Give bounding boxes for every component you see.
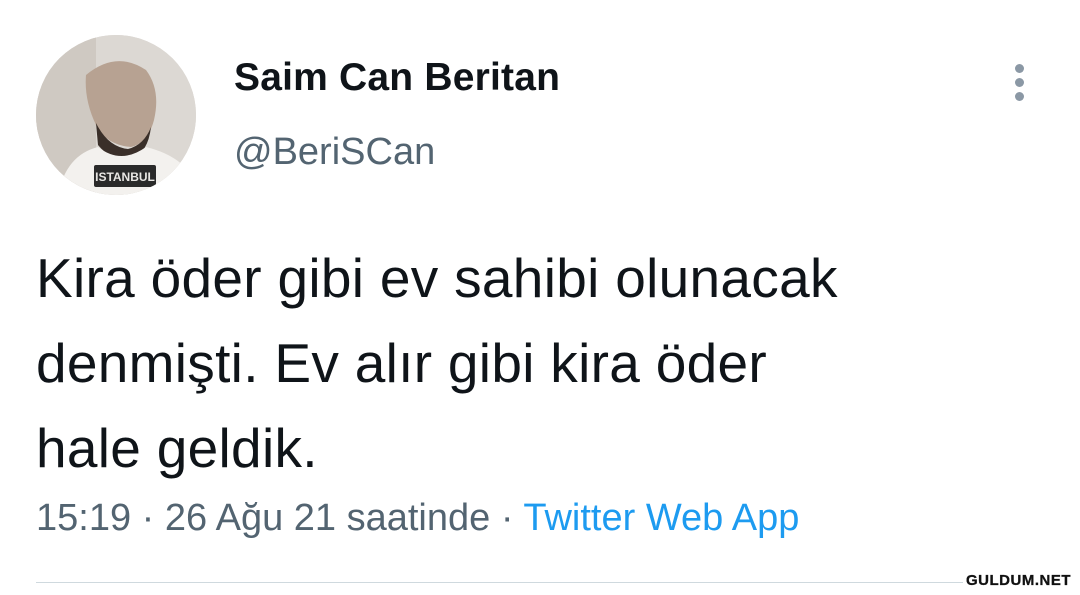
tweet-text-line: hale geldik. — [36, 417, 318, 479]
divider — [36, 582, 1046, 583]
more-vertical-icon — [1015, 78, 1024, 87]
tweet-source-link[interactable]: Twitter Web App — [523, 497, 799, 539]
tweet-time[interactable]: 15:19 — [36, 497, 131, 539]
avatar-shirt-text: ISTANBUL — [95, 170, 155, 184]
avatar[interactable]: ISTANBUL — [36, 35, 196, 195]
meta-separator: · — [141, 497, 155, 539]
tweet-text-line: denmişti. Ev alır gibi kira öder — [36, 332, 767, 394]
author-handle[interactable]: @BeriSCan — [234, 131, 435, 174]
meta-separator: · — [500, 497, 514, 539]
more-vertical-icon — [1015, 92, 1024, 101]
avatar-photo: ISTANBUL — [36, 35, 196, 195]
tweet-text: Kira öder gibi ev sahibi olunacak denmiş… — [36, 236, 1046, 491]
more-vertical-icon — [1015, 64, 1024, 73]
author-display-name[interactable]: Saim Can Beritan — [234, 56, 560, 100]
watermark-logo: GULDUM.NET — [963, 572, 1074, 589]
tweet-text-line: Kira öder gibi ev sahibi olunacak — [36, 247, 838, 309]
tweet-date[interactable]: 26 Ağu 21 saatinde — [165, 497, 490, 539]
tweet-meta: 15:19 · 26 Ağu 21 saatinde · Twitter Web… — [36, 497, 799, 540]
more-options-button[interactable] — [1000, 58, 1040, 108]
